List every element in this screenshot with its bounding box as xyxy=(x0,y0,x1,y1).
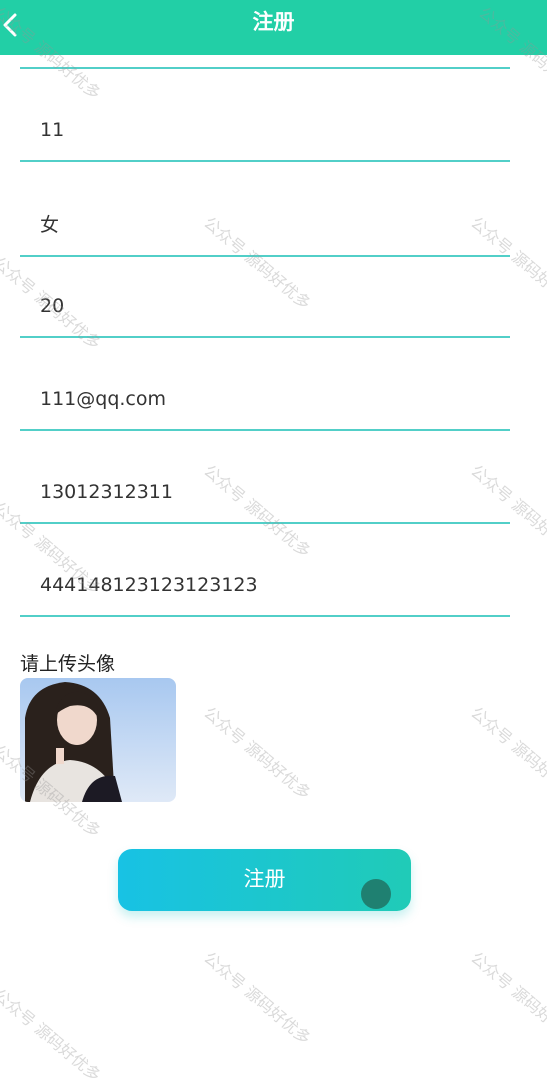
field-value: 11 xyxy=(40,119,65,141)
form-field-email[interactable]: 111@qq.com xyxy=(20,369,510,431)
upload-label: 请上传头像 xyxy=(20,653,116,675)
field-value: 444148123123123123 xyxy=(40,574,258,596)
watermark: 公众号 源码好优多 xyxy=(200,948,315,1049)
form-field-age[interactable]: 20 xyxy=(20,276,510,338)
avatar-image xyxy=(20,678,176,802)
previous-field-underline xyxy=(20,67,510,69)
form-field-1[interactable]: 11 xyxy=(20,100,510,162)
watermark: 公众号 源码好优多 xyxy=(467,703,547,804)
field-value: 女 xyxy=(40,214,60,236)
form-field-gender[interactable]: 女 xyxy=(20,194,510,257)
field-value: 20 xyxy=(40,295,65,317)
watermark: 公众号 源码好优多 xyxy=(467,948,547,1049)
touch-indicator xyxy=(361,879,391,909)
form-field-phone[interactable]: 13012312311 xyxy=(20,462,510,524)
page-title: 注册 xyxy=(252,10,295,34)
app-header: 注册 xyxy=(0,0,547,55)
avatar-upload[interactable] xyxy=(20,678,176,802)
field-value: 13012312311 xyxy=(40,481,173,503)
field-value: 111@qq.com xyxy=(40,388,167,410)
form-field-id-number[interactable]: 444148123123123123 xyxy=(20,555,510,617)
watermark: 公众号 源码好优多 xyxy=(200,703,315,804)
watermark: 公众号 源码好优多 xyxy=(0,985,105,1086)
